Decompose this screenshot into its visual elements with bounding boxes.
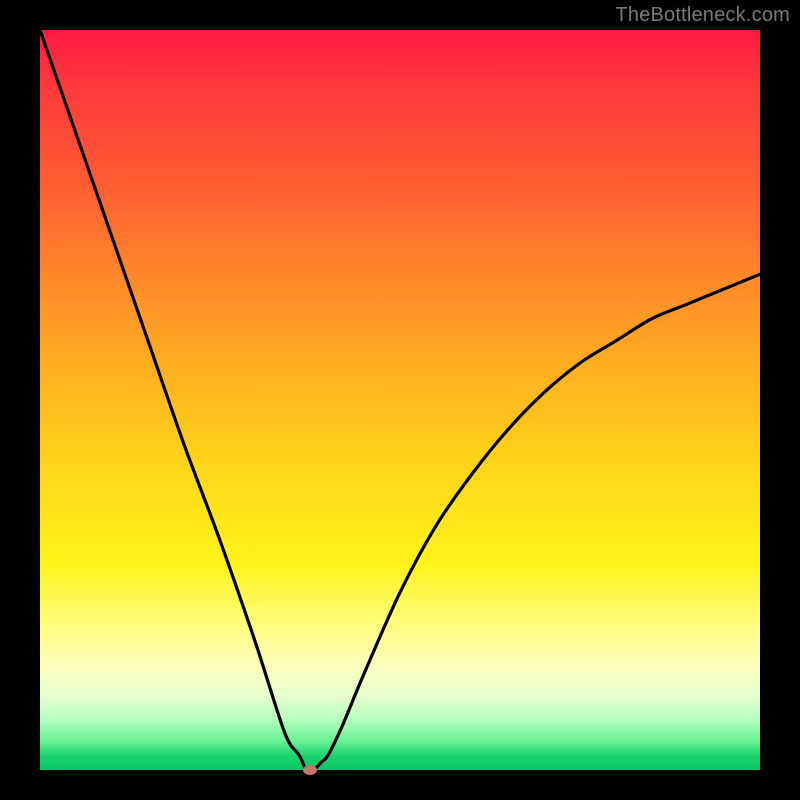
optimal-point-marker [303,765,317,775]
plot-area [40,30,760,770]
bottleneck-curve [40,30,760,770]
chart-frame: TheBottleneck.com [0,0,800,800]
watermark-text: TheBottleneck.com [615,4,790,27]
